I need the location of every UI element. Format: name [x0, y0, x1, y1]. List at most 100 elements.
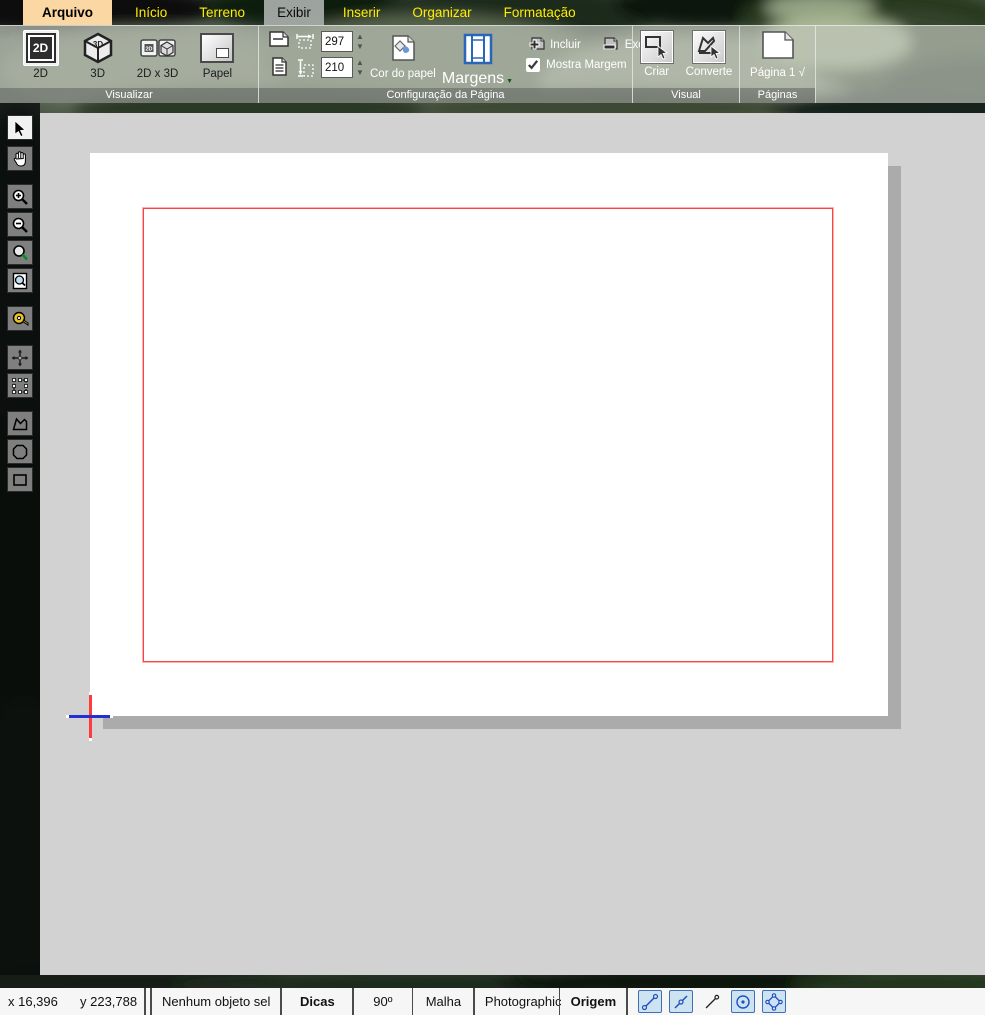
margins-dropdown-icon[interactable]: ▼ [506, 78, 513, 85]
page-1-button[interactable]: Página 1 √ [750, 26, 805, 79]
ribbon-group-visualizar: 2D 2D 3D 3D 2D 2D x 3D Papel Visualizar [0, 26, 259, 103]
margins-label: Margens▼ [442, 70, 513, 88]
snap-endpoint-toggle[interactable] [638, 990, 662, 1013]
tips-toggle[interactable]: Dicas [282, 994, 352, 1009]
page-margin-outline [143, 208, 833, 662]
zoom-out-tool[interactable] [7, 212, 33, 237]
snap-nearest-toggle[interactable] [700, 990, 724, 1013]
snap-quadrant-toggle[interactable] [762, 990, 786, 1013]
cursor-arrow-icon [11, 119, 29, 137]
rectangle-tool[interactable] [7, 467, 33, 492]
rectangle-icon [11, 471, 29, 489]
view-3d-cube-icon: 3D [80, 30, 116, 66]
snap-midpoint-icon [672, 993, 690, 1011]
include-page-button[interactable]: Incluir [526, 37, 581, 52]
page-height-input[interactable] [321, 57, 353, 78]
paper-color-button[interactable]: Cor do papel [371, 31, 435, 80]
origin-crosshair-horizontal [66, 715, 113, 718]
zoom-in-tool[interactable] [7, 184, 33, 209]
application-window: { "tabs": [ { "label": "Arquivo" }, { "l… [0, 0, 985, 1015]
paper-color-label: Cor do papel [370, 68, 436, 80]
magnifier-tool[interactable] [7, 240, 33, 265]
svg-text:3D: 3D [93, 40, 103, 49]
group-label-config-pagina: Configuração da Página [259, 88, 632, 103]
show-margin-checkbox[interactable] [526, 58, 540, 72]
tab-organizar[interactable]: Organizar [399, 0, 484, 25]
view-2d-button[interactable]: 2D 2D [23, 26, 59, 80]
paper-page[interactable] [90, 153, 888, 716]
ribbon: 2D 2D 3D 3D 2D 2D x 3D Papel Visualizar [0, 25, 985, 103]
snap-midpoint-toggle[interactable] [669, 990, 693, 1013]
create-visual-button[interactable]: Criar [640, 26, 674, 78]
view-2dx3d-button[interactable]: 2D 2D x 3D [137, 26, 179, 80]
orientation-landscape-icon[interactable] [269, 31, 289, 52]
show-margin-label: Mostra Margem [546, 59, 627, 71]
tool-strip [0, 103, 40, 975]
snap-center-toggle[interactable] [731, 990, 755, 1013]
pan-tool[interactable] [7, 146, 33, 171]
grid-toggle[interactable]: Malha [413, 994, 473, 1009]
origin-toggle[interactable]: Origem [560, 994, 626, 1009]
ribbon-group-paginas: Página 1 √ Páginas [740, 26, 816, 103]
hand-icon [11, 150, 29, 168]
zoom-page-icon [11, 272, 29, 290]
ribbon-group-visual: Criar Converte Visual [633, 26, 740, 103]
snap-endpoint-icon [641, 993, 659, 1011]
page-width-input[interactable] [321, 31, 353, 52]
zoom-in-icon [11, 188, 29, 206]
magnifier-icon [11, 244, 29, 262]
page-height-spinner[interactable]: ▲▼ [356, 57, 364, 78]
polygon-tool[interactable] [7, 411, 33, 436]
angle-readout[interactable]: 90º [354, 994, 412, 1009]
page-width-spinner[interactable]: ▲▼ [356, 31, 364, 52]
drawing-canvas[interactable] [40, 113, 985, 975]
create-visual-label: Criar [644, 66, 669, 78]
snap-quadrant-icon [765, 993, 783, 1011]
measure-tool[interactable] [7, 306, 33, 331]
menu-tab-bar: Arquivo Início Terreno Exibir Inserir Or… [0, 0, 985, 25]
view-2d-icon: 2D [23, 30, 59, 66]
status-bar: x 16,396 y 223,788 Nenhum objeto sel Dic… [0, 988, 985, 1015]
ribbon-empty-area [816, 26, 985, 103]
tab-arquivo[interactable]: Arquivo [23, 0, 112, 25]
view-2dx3d-icon: 2D [140, 30, 176, 66]
cursor-y-readout: y 223,788 [70, 994, 144, 1009]
group-label-visualizar: Visualizar [0, 88, 258, 103]
ribbon-group-config-pagina: ▲▼ ▲▼ Cor do papel Margens▼ [259, 26, 633, 103]
status-double-separator [144, 988, 152, 1015]
snap-nearest-icon [703, 993, 721, 1011]
zoom-page-tool[interactable] [7, 268, 33, 293]
include-page-icon [526, 37, 545, 52]
zoom-out-icon [11, 216, 29, 234]
marquee-select-tool[interactable] [7, 373, 33, 398]
view-papel-button[interactable]: Papel [199, 26, 235, 80]
page-1-label: Página 1 √ [750, 67, 805, 79]
selection-status: Nenhum objeto sel [152, 994, 280, 1009]
paper-color-icon [389, 35, 417, 66]
move-tool[interactable] [7, 345, 33, 370]
paper-view-icon [199, 30, 235, 66]
convert-visual-label: Converte [686, 66, 733, 78]
tab-inserir[interactable]: Inserir [330, 0, 394, 25]
cursor-x-readout: x 16,396 [0, 994, 70, 1009]
include-page-label: Incluir [550, 39, 581, 51]
ellipse-icon [11, 443, 29, 461]
snap-center-icon [734, 993, 752, 1011]
convert-visual-button[interactable]: Converte [686, 26, 733, 78]
orientation-portrait-icon[interactable] [272, 57, 287, 81]
tab-terreno[interactable]: Terreno [186, 0, 258, 25]
tab-inicio[interactable]: Início [122, 0, 180, 25]
select-tool[interactable] [7, 115, 33, 140]
tab-exibir[interactable]: Exibir [264, 0, 324, 25]
snap-toggles [638, 990, 786, 1013]
exclude-page-icon [601, 37, 620, 52]
svg-text:2D: 2D [145, 47, 152, 53]
view-3d-label: 3D [90, 68, 105, 80]
render-mode[interactable]: Photographic [475, 994, 559, 1009]
margins-button[interactable]: Margens▼ [442, 31, 513, 88]
tab-formatacao[interactable]: Formatação [491, 0, 589, 25]
ellipse-tool[interactable] [7, 439, 33, 464]
measuring-tape-icon [11, 310, 29, 328]
view-3d-button[interactable]: 3D 3D [80, 26, 116, 80]
convert-visual-icon [692, 30, 726, 64]
